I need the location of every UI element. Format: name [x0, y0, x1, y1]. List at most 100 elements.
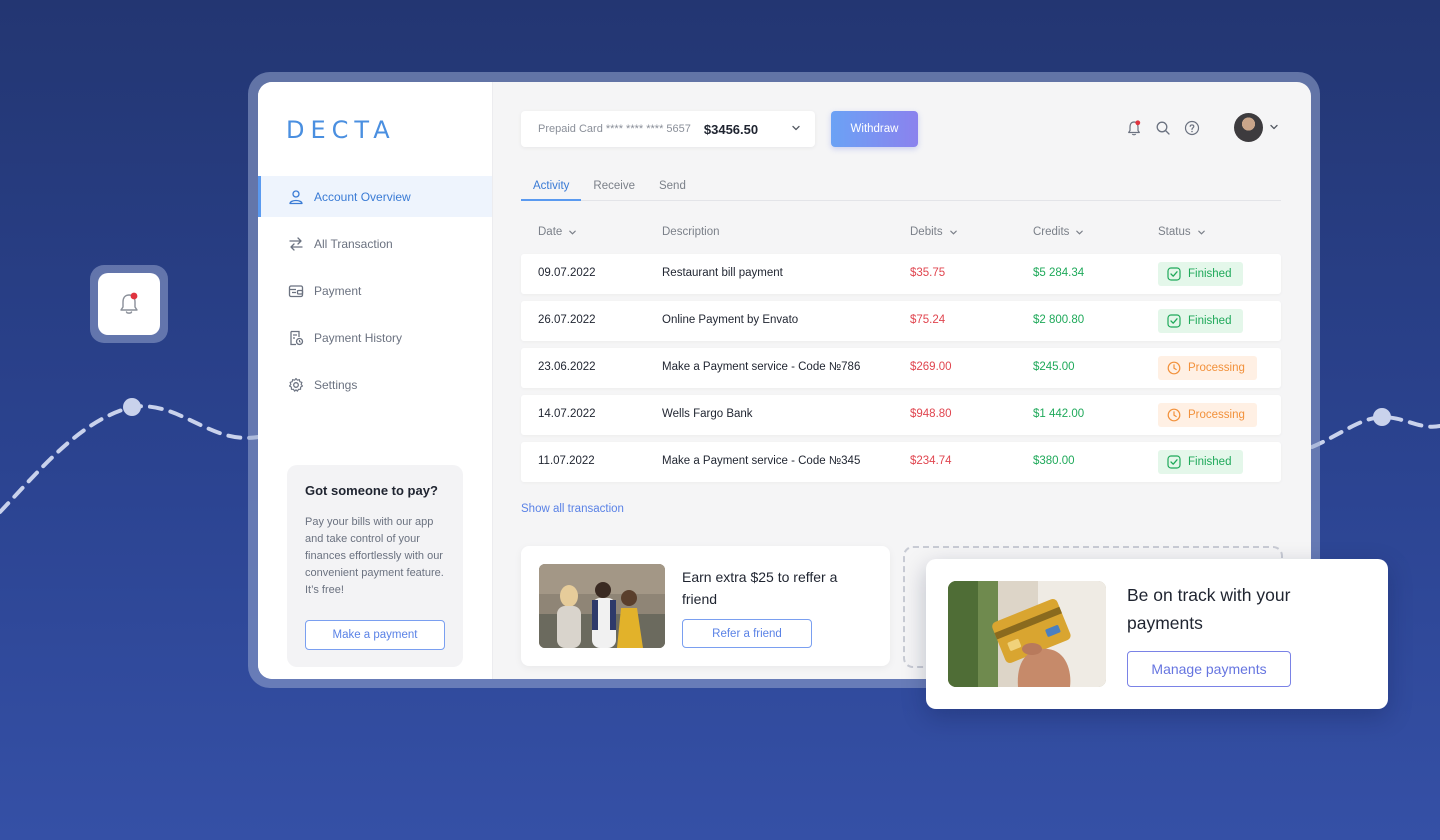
header-actions: [1126, 120, 1200, 136]
transactions-table: 09.07.2022 Restaurant bill payment $35.7…: [521, 254, 1281, 489]
user-icon: [288, 189, 304, 205]
row-credit: $2 800.80: [1033, 314, 1085, 326]
status-badge: Finished: [1158, 450, 1244, 474]
column-description: Description: [662, 226, 720, 238]
sidebar-item-settings[interactable]: Settings: [258, 364, 492, 405]
sidebar-item-payment[interactable]: Payment: [258, 270, 492, 311]
help-icon[interactable]: [1184, 120, 1200, 136]
column-label: Credits: [1033, 226, 1070, 238]
refer-title: Earn extra $25 to reffer a friend: [682, 569, 838, 607]
activity-tabs: Activity Receive Send: [521, 180, 1281, 201]
row-debit: $75.24: [910, 314, 946, 326]
column-label: Status: [1158, 226, 1191, 238]
chevron-down-icon: [1076, 230, 1084, 235]
tab-receive[interactable]: Receive: [581, 180, 647, 201]
status-badge: Finished: [1158, 262, 1244, 286]
table-row[interactable]: 14.07.2022 Wells Fargo Bank $948.80 $1 4…: [521, 395, 1281, 435]
sidebar-item-payment-history[interactable]: Payment History: [258, 317, 492, 358]
row-date: 26.07.2022: [538, 314, 596, 326]
friends-photo: [539, 564, 665, 648]
sidebar-item-label: All Transaction: [314, 236, 393, 251]
sidebar-item-label: Payment: [314, 283, 362, 298]
status-label: Processing: [1188, 409, 1245, 421]
sidebar-item-label: Account Overview: [314, 189, 411, 204]
floating-notification-tile[interactable]: [90, 265, 168, 343]
float-card-title: Be on track with your payments: [1127, 585, 1291, 633]
status-badge: Processing: [1158, 403, 1257, 427]
show-all-transactions-link[interactable]: Show all transaction: [521, 503, 624, 515]
chevron-down-icon: [949, 230, 957, 235]
status-badge: Finished: [1158, 309, 1244, 333]
sidebar-nav: Account Overview All Transaction Payment…: [258, 176, 492, 411]
brand-logo: DECTA: [286, 116, 396, 144]
status-label: Processing: [1188, 362, 1245, 374]
sidebar-item-label: Payment History: [314, 330, 403, 345]
card-label: Prepaid Card **** **** **** 5657: [538, 123, 691, 135]
tab-activity[interactable]: Activity: [521, 180, 582, 201]
row-description: Restaurant bill payment: [662, 267, 783, 279]
promo-title: Got someone to pay?: [305, 483, 438, 498]
row-description: Make a Payment service - Code №786: [662, 361, 861, 373]
status-badge: Processing: [1158, 356, 1257, 380]
card-balance: $3456.50: [703, 121, 759, 137]
credit-card-photo: [948, 581, 1106, 687]
clock-icon: [1167, 361, 1181, 375]
column-status[interactable]: Status: [1158, 226, 1206, 238]
table-header: Date Description Debits Credits Status: [521, 226, 1281, 242]
row-debit: $35.75: [910, 267, 946, 279]
row-date: 14.07.2022: [538, 408, 596, 420]
sidebar: DECTA Account Overview All Transaction P…: [258, 82, 493, 679]
table-row[interactable]: 11.07.2022 Make a Payment service - Code…: [521, 442, 1281, 482]
row-credit: $245.00: [1033, 361, 1075, 373]
table-row[interactable]: 09.07.2022 Restaurant bill payment $35.7…: [521, 254, 1281, 294]
row-credit: $380.00: [1033, 455, 1075, 467]
clock-icon: [1167, 408, 1181, 422]
row-debit: $269.00: [910, 361, 952, 373]
make-payment-button[interactable]: Make a payment: [305, 620, 445, 650]
sidebar-item-account-overview[interactable]: Account Overview: [258, 176, 492, 217]
withdraw-button[interactable]: Withdraw: [831, 111, 918, 147]
table-row[interactable]: 26.07.2022 Online Payment by Envato $75.…: [521, 301, 1281, 341]
check-icon: [1167, 314, 1181, 328]
status-label: Finished: [1188, 268, 1232, 280]
notification-bell-icon[interactable]: [1126, 120, 1142, 136]
row-date: 23.06.2022: [538, 361, 596, 373]
gear-icon: [288, 377, 304, 393]
chevron-down-icon: [569, 230, 577, 235]
chevron-down-icon[interactable]: [1269, 122, 1279, 132]
row-credit: $1 442.00: [1033, 408, 1085, 420]
column-credits[interactable]: Credits: [1033, 226, 1084, 238]
column-date[interactable]: Date: [538, 226, 577, 238]
status-label: Finished: [1188, 315, 1232, 327]
refer-card: Earn extra $25 to reffer a friend Refer …: [521, 546, 890, 666]
row-debit: $234.74: [910, 455, 952, 467]
notification-tile-inner: [98, 273, 160, 335]
row-date: 09.07.2022: [538, 267, 596, 279]
sidebar-item-all-transaction[interactable]: All Transaction: [258, 223, 492, 264]
column-label: Description: [662, 226, 720, 238]
history-icon: [288, 330, 304, 346]
manage-payments-button[interactable]: Manage payments: [1127, 651, 1291, 687]
refer-friend-button[interactable]: Refer a friend: [682, 619, 812, 648]
transfer-arrows-icon: [288, 236, 304, 252]
payments-promo-card: Be on track with your payments Manage pa…: [926, 559, 1388, 709]
card-selector[interactable]: Prepaid Card **** **** **** 5657 $3456.5…: [521, 111, 815, 147]
column-label: Date: [538, 226, 563, 238]
avatar[interactable]: [1234, 113, 1263, 142]
table-row[interactable]: 23.06.2022 Make a Payment service - Code…: [521, 348, 1281, 388]
row-credit: $5 284.34: [1033, 267, 1085, 279]
check-icon: [1167, 267, 1181, 281]
row-description: Wells Fargo Bank: [662, 408, 753, 420]
status-label: Finished: [1188, 456, 1232, 468]
sidebar-item-label: Settings: [314, 377, 358, 392]
promo-card: Got someone to pay? Pay your bills with …: [287, 465, 463, 667]
wallet-icon: [288, 283, 304, 299]
check-icon: [1167, 455, 1181, 469]
row-description: Make a Payment service - Code №345: [662, 455, 861, 467]
row-description: Online Payment by Envato: [662, 314, 799, 326]
row-debit: $948.80: [910, 408, 952, 420]
tab-send[interactable]: Send: [647, 180, 698, 201]
column-debits[interactable]: Debits: [910, 226, 958, 238]
search-icon[interactable]: [1155, 120, 1171, 136]
row-date: 11.07.2022: [538, 455, 595, 467]
